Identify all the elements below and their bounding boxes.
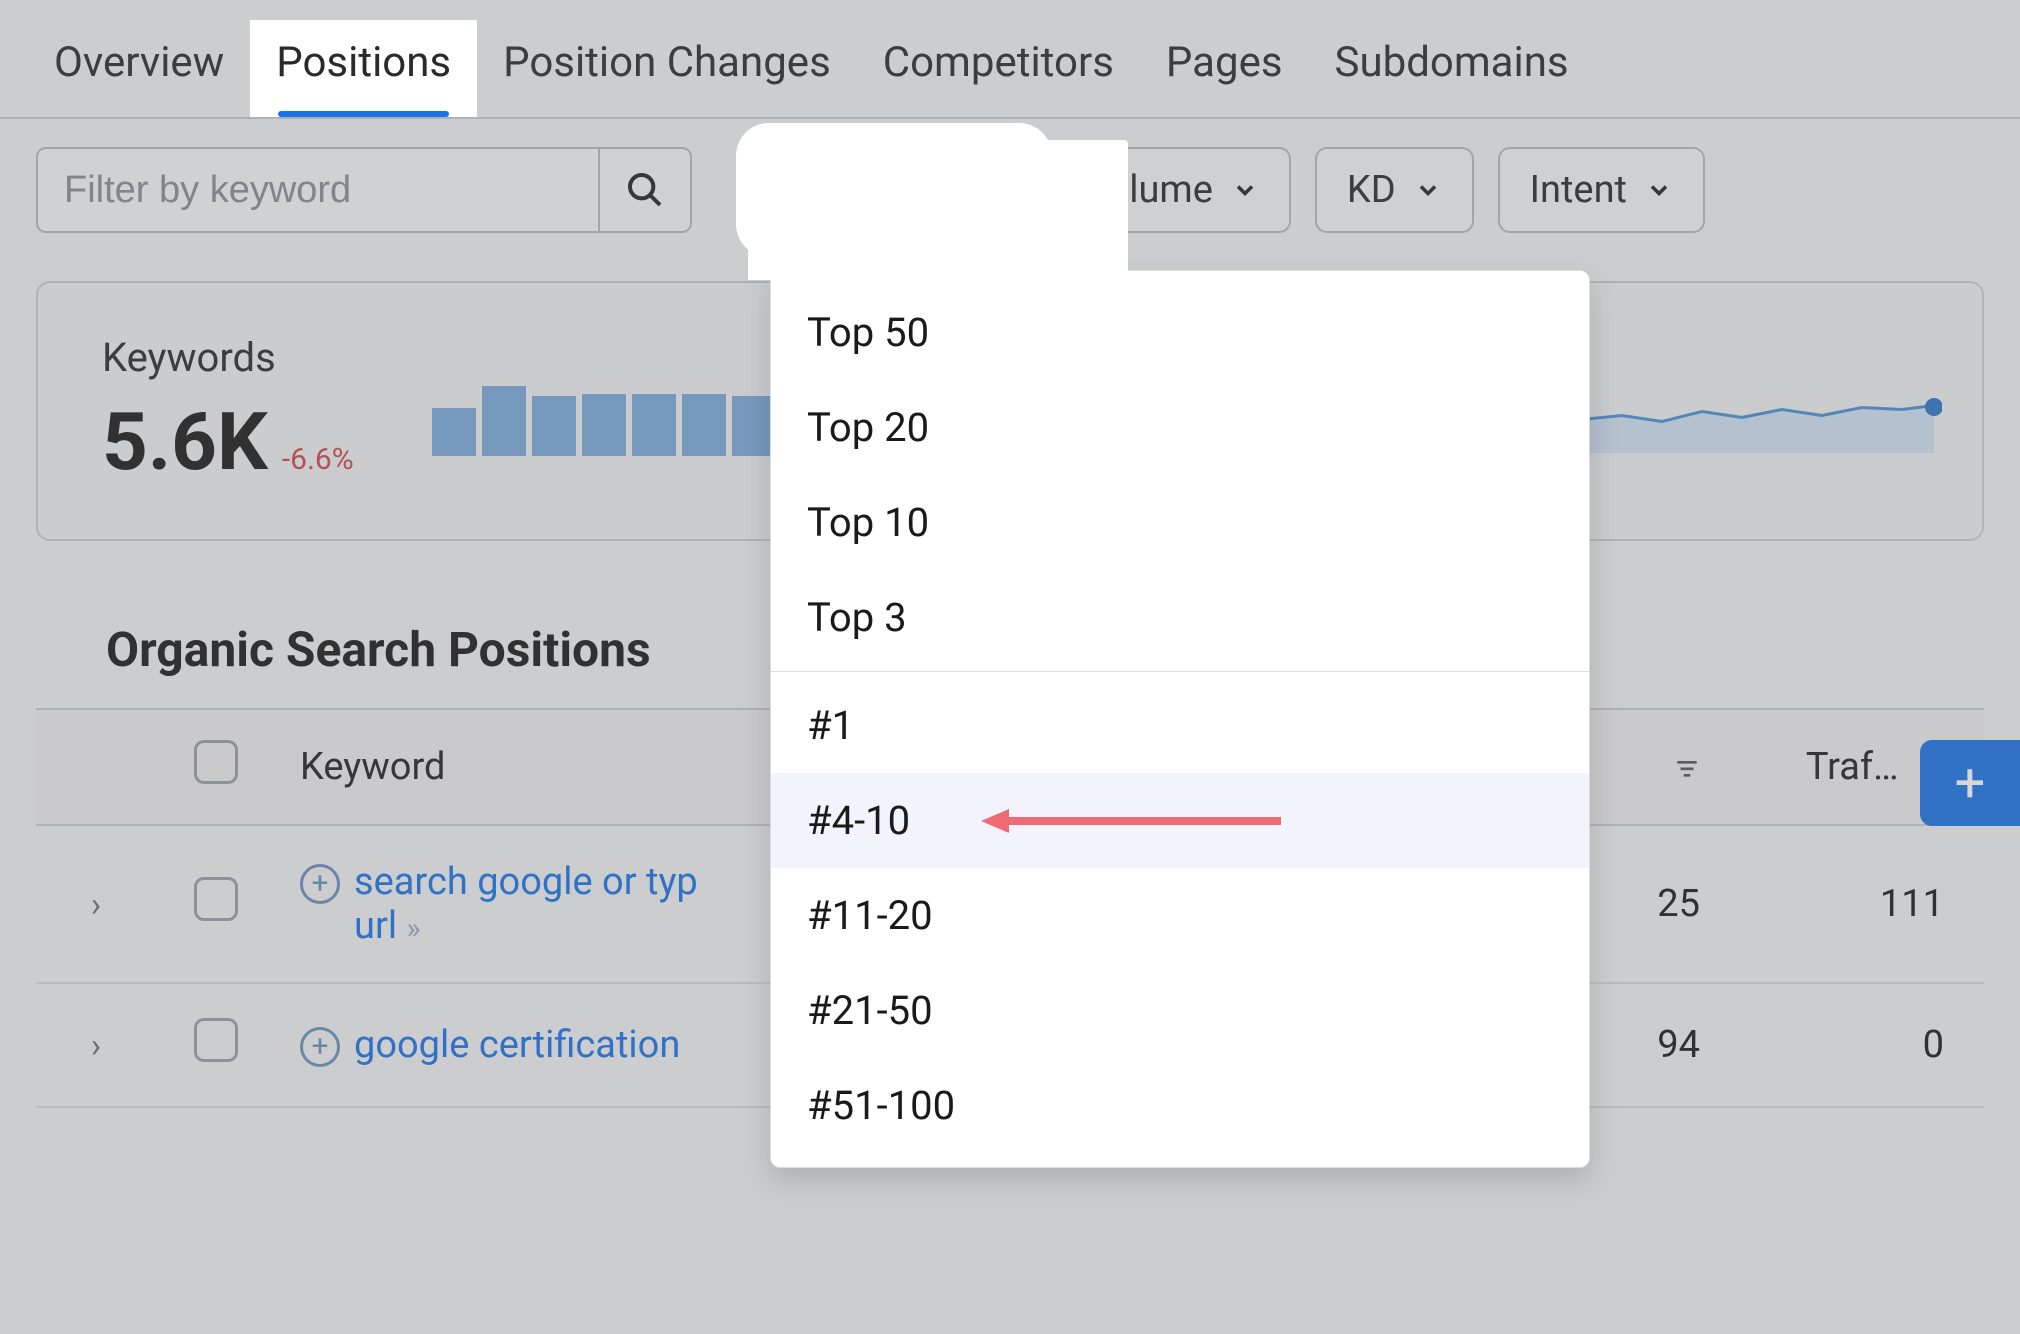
- expand-row-icon[interactable]: ›: [91, 1026, 101, 1066]
- traffic-sparkline: [1582, 373, 1942, 453]
- tab-positions[interactable]: Positions: [250, 20, 477, 117]
- tab-position-changes[interactable]: Position Changes: [477, 20, 857, 117]
- keywords-value: 5.6K: [102, 395, 268, 489]
- positions-option[interactable]: Top 50: [771, 285, 1589, 380]
- search-button[interactable]: [598, 149, 690, 231]
- search-icon: [625, 170, 665, 210]
- tab-competitors[interactable]: Competitors: [857, 20, 1140, 117]
- positions-option[interactable]: Top 20: [771, 380, 1589, 475]
- tabs-bar: Overview Positions Position Changes Comp…: [0, 0, 2020, 119]
- keywords-delta: -6.6%: [282, 442, 354, 477]
- tab-pages[interactable]: Pages: [1140, 20, 1309, 117]
- keyword-search-input[interactable]: [38, 149, 598, 231]
- double-chevron-icon: »: [407, 911, 421, 946]
- tab-subdomains[interactable]: Subdomains: [1309, 20, 1595, 117]
- keyword-text: google certification: [354, 1023, 680, 1067]
- row-checkbox[interactable]: [194, 1018, 238, 1062]
- keyword-search: [36, 147, 692, 233]
- select-all-checkbox[interactable]: [194, 740, 238, 784]
- sort-icon: [1674, 758, 1700, 780]
- positions-option[interactable]: Top 3: [771, 570, 1589, 665]
- traffic-cell: 111: [1724, 825, 1984, 983]
- row-checkbox[interactable]: [194, 877, 238, 921]
- add-keyword-icon[interactable]: +: [300, 864, 340, 904]
- keywords-label: Keywords: [102, 334, 354, 381]
- positions-option[interactable]: #11-20: [771, 868, 1589, 963]
- positions-option[interactable]: #21-50: [771, 963, 1589, 1058]
- traffic-cell: 0: [1724, 983, 1984, 1107]
- expand-row-icon[interactable]: ›: [91, 885, 101, 925]
- positions-option[interactable]: Top 10: [771, 475, 1589, 570]
- positions-dropdown: Top 50Top 20Top 10Top 3 #1#4-10#11-20#21-…: [770, 270, 1590, 1168]
- chevron-down-icon: [1645, 176, 1673, 204]
- add-button[interactable]: +: [1920, 740, 2020, 826]
- positions-option[interactable]: #1: [771, 678, 1589, 773]
- positions-option[interactable]: #4-10: [771, 773, 1589, 868]
- add-keyword-icon[interactable]: +: [300, 1027, 340, 1067]
- positions-option[interactable]: #51-100: [771, 1058, 1589, 1153]
- tab-overview[interactable]: Overview: [28, 20, 250, 117]
- keyword-text: search google or typ: [354, 860, 698, 904]
- positions-dropdown-wrap: Top 50Top 20Top 10Top 3 #1#4-10#11-20#21-…: [770, 140, 1590, 1168]
- keyword-suffix: url »: [354, 904, 421, 948]
- plus-icon: +: [1955, 752, 1986, 815]
- annotation-arrow-icon: [981, 806, 1281, 836]
